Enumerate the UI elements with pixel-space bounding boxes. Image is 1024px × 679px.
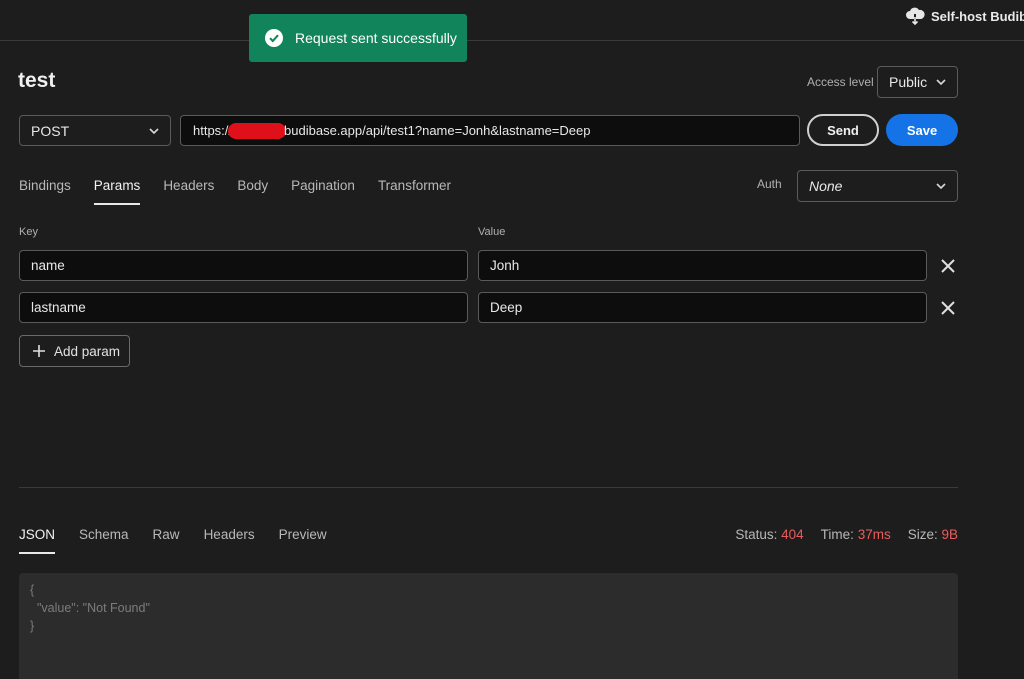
tab-json[interactable]: JSON bbox=[19, 527, 56, 554]
size-label: Size: bbox=[907, 527, 938, 542]
tab-bindings[interactable]: Bindings bbox=[19, 178, 71, 205]
time-value: 37ms bbox=[857, 527, 891, 542]
divider bbox=[19, 487, 958, 488]
query-title: test bbox=[18, 69, 56, 92]
tab-preview[interactable]: Preview bbox=[279, 527, 327, 554]
time-stat: Time: 37ms bbox=[821, 527, 891, 542]
self-host-link[interactable]: Self-host Budib bbox=[905, 7, 1024, 25]
save-button[interactable]: Save bbox=[886, 114, 958, 146]
url-prefix: https:// bbox=[193, 123, 233, 138]
param-value-input[interactable]: Jonh bbox=[478, 250, 927, 281]
size-stat: Size: 9B bbox=[908, 527, 958, 542]
json-line: "value": "Not Found" bbox=[30, 601, 150, 615]
top-bar: Self-host Budib bbox=[0, 0, 1024, 41]
access-level-label: Access level bbox=[807, 75, 874, 89]
chevron-down-icon bbox=[936, 183, 946, 190]
close-icon[interactable] bbox=[940, 258, 956, 274]
toast-message: Request sent successfully bbox=[295, 30, 457, 46]
access-level-select[interactable]: Public bbox=[877, 66, 958, 98]
status-stat: Status: 404 bbox=[735, 527, 803, 542]
response-json-editor[interactable]: { "value": "Not Found" } bbox=[19, 573, 958, 679]
success-toast: Request sent successfully bbox=[249, 14, 467, 62]
tab-body[interactable]: Body bbox=[237, 178, 268, 205]
method-select[interactable]: POST bbox=[19, 115, 171, 146]
json-line: { bbox=[30, 583, 35, 597]
param-key-input[interactable]: name bbox=[19, 250, 468, 281]
self-host-label: Self-host Budib bbox=[931, 8, 1024, 24]
tab-response-headers[interactable]: Headers bbox=[204, 527, 255, 554]
add-param-button[interactable]: Add param bbox=[19, 335, 130, 367]
param-key-input[interactable]: lastname bbox=[19, 292, 468, 323]
url-suffix: budibase.app/api/test1?name=Jonh&lastnam… bbox=[284, 123, 591, 138]
status-value: 404 bbox=[781, 527, 804, 542]
time-label: Time: bbox=[820, 527, 854, 542]
status-label: Status: bbox=[735, 527, 778, 542]
close-icon[interactable] bbox=[940, 300, 956, 316]
tab-transformer[interactable]: Transformer bbox=[378, 178, 451, 205]
method-value: POST bbox=[31, 122, 70, 139]
chevron-down-icon bbox=[936, 79, 946, 86]
send-button[interactable]: Send bbox=[807, 114, 879, 146]
add-param-label: Add param bbox=[54, 343, 121, 359]
tab-headers[interactable]: Headers bbox=[163, 178, 214, 205]
value-column-label: Value bbox=[478, 226, 506, 238]
cloud-download-icon bbox=[906, 7, 925, 25]
auth-label: Auth bbox=[757, 177, 782, 191]
response-tabs: JSON Schema Raw Headers Preview bbox=[19, 527, 327, 554]
auth-value: None bbox=[809, 178, 843, 194]
url-input[interactable]: https:// budibase.app/api/test1?name=Jonh… bbox=[180, 115, 800, 146]
auth-select[interactable]: None bbox=[797, 170, 958, 202]
tab-params[interactable]: Params bbox=[93, 178, 141, 205]
tab-raw[interactable]: Raw bbox=[153, 527, 180, 554]
chevron-down-icon bbox=[149, 127, 159, 134]
tab-schema[interactable]: Schema bbox=[79, 527, 129, 554]
response-stats: Status: 404 Time: 37ms Size: 9B bbox=[735, 527, 958, 542]
redaction-mark bbox=[228, 122, 287, 139]
key-column-label: Key bbox=[19, 226, 38, 238]
param-value-input[interactable]: Deep bbox=[478, 292, 927, 323]
size-value: 9B bbox=[941, 527, 958, 542]
access-level-value: Public bbox=[889, 74, 928, 90]
json-line: } bbox=[30, 619, 35, 633]
check-circle-icon bbox=[265, 29, 283, 47]
plus-icon bbox=[33, 345, 45, 357]
request-tabs: Bindings Params Headers Body Pagination … bbox=[19, 178, 451, 205]
tab-pagination[interactable]: Pagination bbox=[291, 178, 355, 205]
